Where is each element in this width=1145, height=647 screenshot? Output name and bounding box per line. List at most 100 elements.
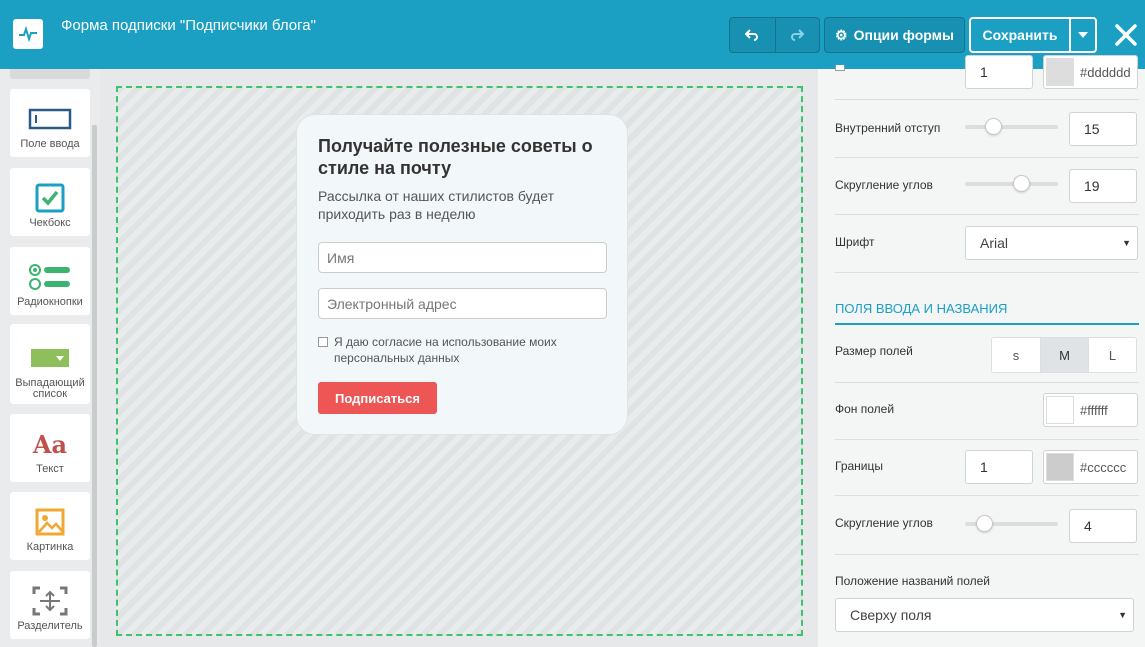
color-swatch xyxy=(1046,58,1074,86)
radio-buttons-icon xyxy=(29,264,70,290)
save-dropdown-button[interactable] xyxy=(1069,19,1095,51)
form-border-color-picker[interactable]: #dddddd xyxy=(1043,55,1138,89)
corner-radius-row: Скругление углов 19 xyxy=(835,158,1139,215)
field-radius-label: Скругление углов xyxy=(835,516,933,530)
undo-redo-group xyxy=(729,17,820,53)
toolbox-item-input[interactable]: Поле ввода xyxy=(10,89,90,157)
image-icon xyxy=(35,508,65,536)
field-size-s[interactable]: s xyxy=(992,338,1040,372)
label-position-label: Положение названий полей xyxy=(835,574,990,588)
caret-down-icon xyxy=(1078,32,1088,38)
consent-label: Я даю согласие на использование моих пер… xyxy=(334,335,557,365)
corner-radius-input[interactable]: 19 xyxy=(1069,169,1137,203)
toolbox-item-label: Поле ввода xyxy=(20,138,80,150)
close-icon xyxy=(1115,24,1137,46)
field-size-m[interactable]: M xyxy=(1040,338,1088,372)
field-size-selector: s M L xyxy=(991,337,1137,373)
label-position-select[interactable]: Сверху поля ▼ xyxy=(835,598,1134,632)
element-toolbox: Поле ввода Чекбокс Радиокнопки Выпадающи… xyxy=(0,69,100,647)
corner-radius-label: Скругление углов xyxy=(835,178,933,192)
pulse-icon xyxy=(19,26,37,42)
form-heading[interactable]: Получайте полезные советы о стиле на поч… xyxy=(318,135,598,179)
font-select[interactable]: Arial ▼ xyxy=(965,226,1138,260)
field-radius-slider[interactable] xyxy=(965,515,1058,532)
save-button-group: Сохранить xyxy=(969,17,1097,53)
field-radius-row: Скругление углов 4 xyxy=(835,496,1139,555)
form-border-row: 1 #dddddd xyxy=(835,55,1139,100)
font-row: Шрифт Arial ▼ xyxy=(835,215,1139,273)
undo-icon xyxy=(745,29,759,41)
slider-handle[interactable] xyxy=(985,118,1002,135)
toolbox-item-label: Текст xyxy=(36,463,64,475)
name-field[interactable]: Имя xyxy=(318,242,607,273)
toolbox-item-checkbox[interactable]: Чекбокс xyxy=(10,168,90,236)
borders-row: Границы 1 #cccccc xyxy=(835,440,1139,496)
field-bg-row: Фон полей #ffffff xyxy=(835,383,1139,440)
form-border-width-input[interactable]: 1 xyxy=(965,55,1033,89)
border-checkbox[interactable] xyxy=(835,65,845,71)
toolbox-item-label: Картинка xyxy=(26,541,74,553)
subscribe-button[interactable]: Подписаться xyxy=(318,382,437,414)
toolbox-item-label: Радиокнопки xyxy=(17,296,83,308)
borders-width-input[interactable]: 1 xyxy=(965,450,1033,484)
field-size-l[interactable]: L xyxy=(1088,338,1136,372)
toolbox-item-label: Выпадающий список xyxy=(15,377,85,400)
subscription-form-preview[interactable]: Получайте полезные советы о стиле на поч… xyxy=(296,114,628,435)
undo-button[interactable] xyxy=(730,18,775,52)
section-title-fields: ПОЛЯ ВВОДА И НАЗВАНИЯ xyxy=(835,301,1139,325)
dropdown-icon xyxy=(31,349,69,367)
color-swatch xyxy=(1046,453,1074,481)
field-bg-color-picker[interactable]: #ffffff xyxy=(1043,393,1138,427)
toolbox-item-dropdown[interactable]: Выпадающий список xyxy=(10,324,90,404)
toolbox-item-image[interactable]: Картинка xyxy=(10,492,90,560)
field-bg-color-value: #ffffff xyxy=(1080,402,1108,418)
borders-label: Границы xyxy=(835,459,883,473)
form-title: Форма подписки "Подписчики блога" xyxy=(61,17,316,34)
toolbox-item-divider[interactable]: Разделитель xyxy=(10,571,90,639)
slider-handle[interactable] xyxy=(976,515,993,532)
form-border-color-value: #dddddd xyxy=(1080,64,1131,80)
borders-color-picker[interactable]: #cccccc xyxy=(1043,450,1138,484)
input-field-icon xyxy=(28,108,72,130)
editor-canvas-area: Получайте полезные советы о стиле на поч… xyxy=(100,69,818,647)
divider-icon xyxy=(32,586,68,616)
inner-padding-row: Внутренний отступ 15 xyxy=(835,100,1139,158)
text-icon: Aa xyxy=(32,429,68,459)
color-swatch xyxy=(1046,396,1074,424)
settings-panel: 1 #dddddd Внутренний отступ 15 Скруглени… xyxy=(818,55,1145,647)
redo-icon xyxy=(791,29,805,41)
save-button[interactable]: Сохранить xyxy=(971,19,1069,51)
field-bg-label: Фон полей xyxy=(835,402,895,416)
inner-padding-label: Внутренний отступ xyxy=(835,121,941,135)
slider-handle[interactable] xyxy=(1013,175,1030,192)
field-size-label: Размер полей xyxy=(835,344,913,358)
inner-padding-slider[interactable] xyxy=(965,118,1058,135)
redo-button[interactable] xyxy=(774,18,820,52)
form-options-button[interactable]: ⚙ Опции формы xyxy=(824,17,965,53)
borders-color-value: #cccccc xyxy=(1080,459,1127,475)
toolbox-item-label: Разделитель xyxy=(17,620,83,632)
form-canvas[interactable]: Получайте полезные советы о стиле на поч… xyxy=(116,86,803,636)
chevron-down-icon: ▼ xyxy=(1122,238,1131,248)
app-logo[interactable] xyxy=(13,19,43,49)
label-position-value: Сверху поля xyxy=(850,607,932,623)
font-label: Шрифт xyxy=(835,235,875,249)
form-subheading[interactable]: Рассылка от наших стилистов будет приход… xyxy=(318,187,578,223)
close-button[interactable] xyxy=(1113,22,1139,48)
field-radius-input[interactable]: 4 xyxy=(1069,509,1137,543)
gear-icon: ⚙ xyxy=(835,26,848,43)
font-select-value: Arial xyxy=(980,235,1009,251)
consent-checkbox[interactable] xyxy=(318,337,328,347)
toolbox-item-partial xyxy=(10,69,90,79)
checkbox-icon xyxy=(35,183,65,213)
corner-radius-slider[interactable] xyxy=(965,175,1058,192)
toolbox-item-text[interactable]: Aa Текст xyxy=(10,414,90,482)
consent-row[interactable]: Я даю согласие на использование моих пер… xyxy=(318,334,606,366)
email-field[interactable]: Электронный адрес xyxy=(318,288,607,319)
field-size-row: Размер полей s M L xyxy=(835,327,1139,383)
form-options-label: Опции формы xyxy=(853,27,954,43)
toolbox-item-radio[interactable]: Радиокнопки xyxy=(10,247,90,315)
chevron-down-icon: ▼ xyxy=(1118,610,1127,620)
toolbox-scrollbar[interactable] xyxy=(92,125,97,647)
inner-padding-input[interactable]: 15 xyxy=(1069,112,1137,146)
